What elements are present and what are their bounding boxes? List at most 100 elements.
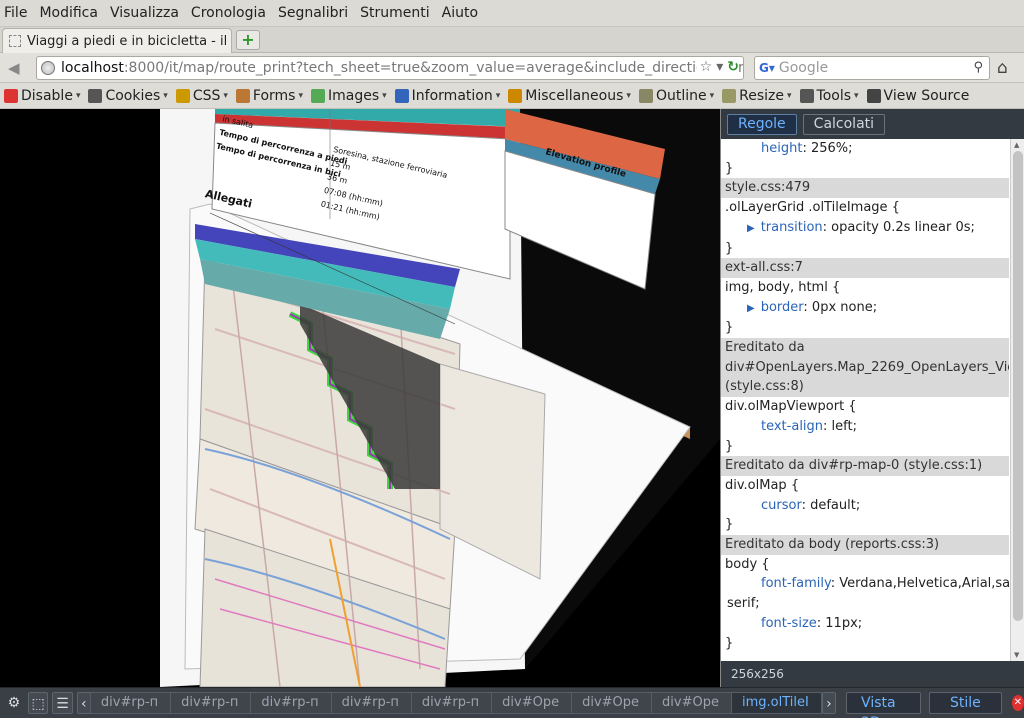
rule-property[interactable]: cursor: default; [721,496,1009,516]
menu-strumenti[interactable]: Strumenti [360,5,430,21]
expand-twisty-icon[interactable]: ▶ [747,223,755,234]
tab-calcolati[interactable]: Calcolati [802,113,886,135]
rule-property[interactable]: font-family: Verdana,Helvetica,Arial,san [721,574,1009,594]
rule-source-header[interactable]: Ereditato da body (reports.css:3) [721,535,1009,555]
url-dropdown-icon[interactable]: ▾ [716,59,723,75]
rule-selector[interactable]: } [721,634,1009,654]
tab-regole[interactable]: Regole [727,113,797,135]
panel-tabs: Regole Calcolati [721,109,1024,139]
property-colon: : [816,615,826,631]
rule-selector[interactable]: img, body, html { [721,278,1009,298]
search-binoculars-icon[interactable]: ⚲ [973,60,983,75]
rule-source-header[interactable]: Ereditato da [721,338,1009,358]
property-name: transition [760,219,823,235]
rule-selector[interactable]: div.olMapViewport { [721,397,1009,417]
menu-segnalibri[interactable]: Segnalibri [278,5,348,21]
rule-property[interactable]: ▶ border: 0px none; [721,298,1009,319]
webdev-view-source-menu[interactable]: View Source [866,88,969,104]
rule-selector[interactable]: .olLayerGrid .olTileImage { [721,198,1009,218]
search-placeholder: Google [778,60,829,76]
rule-property[interactable]: height: 256%; [721,139,1009,159]
rule-selector[interactable]: body { [721,555,1009,575]
webdev-label: Cookies [105,87,161,104]
webdev-miscellaneous-menu[interactable]: Miscellaneous ▾ [508,88,631,104]
breadcrumb-node[interactable]: div#rp-п [330,692,412,714]
disable-icon [4,88,18,103]
tab-title: Viaggi a piedi e in bicicletta - il ... [27,33,232,49]
chevron-down-icon: ▾ [163,90,168,101]
rule-selector[interactable]: div.olMap { [721,476,1009,496]
view-3d-button[interactable]: Vista 3D [846,692,921,718]
webdev-disable-menu[interactable]: Disable ▾ [4,88,80,104]
webdev-information-menu[interactable]: Information ▾ [394,88,500,104]
menu-aiuto[interactable]: Aiuto [442,5,478,21]
site-identity-icon[interactable] [41,61,55,75]
property-value: 256%; [810,141,853,156]
webdev-outline-menu[interactable]: Outline ▾ [638,87,714,104]
style-button[interactable]: Stile [928,692,1002,714]
tilt-3d-view[interactable]: in salita Tempo di percorrenza a piedi T… [0,109,720,687]
rule-selector[interactable]: } [721,515,1009,535]
breadcrumb-node[interactable]: div#rp-п [89,692,172,714]
menu-cronologia[interactable]: Cronologia [191,5,266,21]
rule-property[interactable]: text-align: left; [721,417,1009,437]
rule-property[interactable]: font-size: 11px; [721,614,1009,634]
rule-source-header[interactable]: Ereditato da div#rp-map-0 (style.css:1) [721,456,1009,476]
expand-twisty-icon[interactable]: ▶ [747,303,755,314]
back-arrow-icon[interactable]: ◀ [8,59,26,77]
forms-icon [235,88,250,103]
breadcrumb-node[interactable]: div#rp-п [410,692,493,714]
rule-selector[interactable]: } [721,437,1009,457]
css-rules-list[interactable]: height: 256%;} style.css:479 .olLayerGrid … [721,139,1009,661]
new-tab-button[interactable]: + [236,30,260,50]
rule-source-header[interactable]: div#OpenLayers.Map_2269_OpenLayers_Vie [721,357,1009,378]
url-host: localhost [61,60,124,76]
breadcrumb-node[interactable]: div#Ope [651,692,732,714]
browser-tab[interactable]: Viaggi a piedi e in bicicletta - il ... … [2,28,232,53]
url-bar[interactable]: localhost:8000/it/map/route_print?tech_s… [36,56,744,80]
bookmark-star-icon[interactable]: ☆ [700,59,713,75]
webdev-cookies-menu[interactable]: Cookies ▾ [88,87,168,104]
search-bar[interactable]: G▾ Google ⚲ [754,56,990,80]
webdev-label: Outline [655,87,707,104]
rule-selector[interactable]: } [721,318,1009,338]
scrollbar-thumb[interactable] [1013,151,1023,621]
webdev-tools-menu[interactable]: Tools ▾ [799,88,859,104]
rule-source-header[interactable]: style.css:479 [721,178,1009,199]
webdev-resize-menu[interactable]: Resize ▾ [722,88,792,104]
close-inspector-icon[interactable]: ✕ [1011,695,1024,711]
breadcrumb-node[interactable]: div#rp-п [250,692,332,714]
reload-icon[interactable]: ↻ [727,59,739,75]
rules-scrollbar[interactable]: ▲ ▼ [1010,139,1024,661]
google-icon[interactable]: G▾ [759,61,775,75]
tilt-3d-canvas[interactable]: in salita Tempo di percorrenza a piedi T… [0,109,720,687]
menu-file[interactable]: File [4,5,27,21]
webdev-css-menu[interactable]: CSS ▾ [175,88,228,104]
property-colon: : [801,497,811,513]
scroll-down-icon[interactable]: ▼ [1014,651,1019,659]
home-icon[interactable]: ⌂ [997,58,1008,78]
rule-source-header[interactable]: ext-all.css:7 [721,258,1009,278]
menu-visualizza[interactable]: Visualizza [110,5,179,21]
webdev-forms-menu[interactable]: Forms ▾ [235,88,303,104]
breadcrumb-node[interactable]: div#Ope [491,692,573,714]
rule-selector[interactable]: } [721,239,1009,259]
breadcrumb-node[interactable]: div#rp-п [170,692,252,714]
property-colon: : [822,219,832,235]
rule-selector[interactable]: } [721,159,1009,179]
inspect-icon[interactable]: ⬚ [27,692,49,714]
rule-property[interactable]: ▶ transition: opacity 0.2s linear 0s; [721,218,1009,239]
menu-modifica[interactable]: Modifica [39,5,98,21]
scroll-up-icon[interactable]: ▲ [1014,141,1019,149]
gear-icon[interactable]: ⚙ [4,692,24,714]
breadcrumb-current-node[interactable]: img.olTileI [730,692,822,714]
breadcrumb-node[interactable]: div#Ope [571,692,653,714]
webdev-images-menu[interactable]: Images ▾ [311,88,387,104]
property-name: border [760,299,804,315]
rule-source-header[interactable]: (style.css:8) [721,377,1009,398]
rule-value-continuation[interactable]: serif; [721,594,1009,614]
breadcrumb-left-arrow-icon[interactable]: ‹ [76,692,91,714]
breadcrumb-right-arrow-icon[interactable]: › [821,692,837,714]
markup-panel-icon[interactable]: ☰ [52,692,73,714]
property-colon: : [803,299,812,315]
